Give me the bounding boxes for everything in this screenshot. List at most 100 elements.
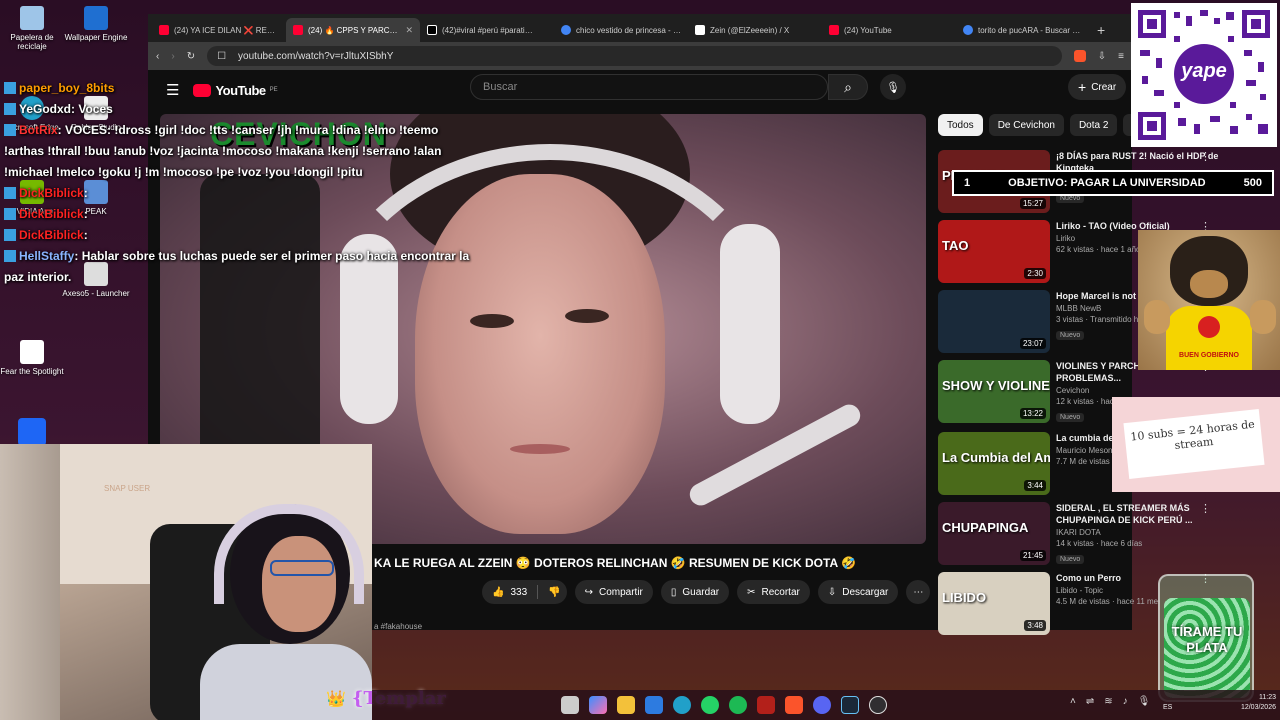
tab-0[interactable]: (24) YA ICE DILAN ❌ REY T… (152, 18, 286, 42)
chat-username[interactable]: BotRix (19, 123, 58, 137)
jar-text: TÍRAME TU PLATA (1171, 624, 1243, 655)
desktop-icon-recycle-bin[interactable]: Papelera de reciclaje (0, 6, 67, 51)
chat-badge-icon (4, 229, 16, 241)
rec-thumbnail[interactable]: TAO 2:30 (938, 220, 1050, 283)
chat-badge-icon (4, 187, 16, 199)
youtube-favicon-icon (829, 25, 839, 35)
obs-icon[interactable] (869, 696, 887, 714)
brave-icon[interactable] (785, 696, 803, 714)
reload-icon[interactable]: ↻ (187, 51, 195, 62)
thumbs-down-icon[interactable]: 👎 (548, 587, 560, 598)
rec-thumbnail[interactable]: SHOW Y VIOLINES 13:22 (938, 360, 1050, 423)
chip-dota-2[interactable]: Dota 2 (1069, 114, 1118, 136)
file-explorer-icon[interactable] (617, 696, 635, 714)
tiktok-favicon-icon (427, 25, 437, 35)
chat-text: : (83, 207, 88, 221)
chat-message: paz interior. (4, 267, 504, 288)
task-view-icon[interactable] (561, 696, 579, 714)
description-snippet[interactable]: a #fakahouse (374, 622, 422, 631)
spotify-icon[interactable] (729, 696, 747, 714)
discord-icon[interactable] (813, 696, 831, 714)
menu-icon[interactable]: ≡ (1118, 51, 1124, 62)
desktop-icon-fear-the-spotlight[interactable]: Fear the Spotlight (0, 340, 67, 376)
share-button[interactable]: ↪ Compartir (574, 580, 653, 604)
roblox-icon[interactable] (18, 418, 46, 446)
save-button[interactable]: ▯ Guardar (660, 580, 730, 604)
chat-badge-icon (4, 124, 16, 136)
like-button[interactable]: 👍 333 👎 (482, 580, 567, 604)
chat-message: !michael !melco !goku !j !m !mocoso !pe … (4, 162, 504, 183)
google-favicon-icon (963, 25, 973, 35)
edge-taskbar-icon[interactable] (673, 696, 691, 714)
rec-thumb-overlay: TAO (942, 238, 969, 253)
x-favicon-icon (695, 25, 705, 35)
chat-username[interactable]: HellStaffy (19, 249, 74, 263)
chat-message: paper_boy_8bits (4, 78, 504, 99)
rec-more-icon[interactable]: ⋮ (1200, 502, 1211, 515)
tray-chevron-icon[interactable]: ˄ (1070, 696, 1076, 707)
whatsapp-icon[interactable] (701, 696, 719, 714)
wallpaper-engine-icon (84, 6, 108, 30)
download-icon[interactable]: ⇩ (1098, 51, 1106, 62)
rec-more-icon[interactable]: ⋮ (1200, 150, 1211, 163)
more-actions-button[interactable]: ⋯ (906, 580, 931, 604)
download-button[interactable]: ⇩ Descargar (817, 580, 899, 604)
wifi-icon[interactable]: ≋ (1104, 696, 1112, 707)
network-icon[interactable]: ⇌ (1086, 696, 1094, 707)
tab-3[interactable]: chico vestido de princesa - B… (554, 18, 688, 42)
tab-5[interactable]: (24) YouTube (822, 18, 956, 42)
new-tab-button[interactable]: + (1090, 18, 1116, 42)
chat-username[interactable]: YeGodxd (19, 102, 71, 116)
thumb-right (1250, 300, 1276, 334)
new-badge: Nuevo (1056, 413, 1085, 422)
tab-2[interactable]: (42)#viral #perú #parati… (420, 18, 554, 42)
brave-shield-icon[interactable] (1073, 50, 1086, 62)
volume-icon[interactable]: ♪ (1123, 696, 1128, 707)
tab-6[interactable]: torito de pucARA - Buscar co… (956, 18, 1090, 42)
tray-lang[interactable]: ES (1163, 704, 1172, 711)
youtube-favicon-icon (159, 25, 169, 35)
desktop-icon-wallpaper-engine[interactable]: Wallpaper Engine (61, 6, 131, 42)
rec-channel[interactable]: IKARI DOTA (1056, 528, 1226, 537)
clock[interactable]: 11:23 12/03/2026 (1241, 693, 1276, 713)
chat-username[interactable]: DickBiblick (19, 228, 84, 242)
forward-icon[interactable]: › (171, 51, 174, 62)
microsoft-store-icon[interactable] (645, 696, 663, 714)
tab-1[interactable]: (24) 🔥 CPPS Y PARCHA… ✕ (286, 18, 420, 42)
yape-logo: yape (1181, 60, 1227, 82)
rec-thumbnail[interactable]: 23:07 (938, 290, 1050, 353)
chat-text: : Hablar sobre tus luchas puede ser el p… (74, 249, 470, 263)
chip-de-cevichon[interactable]: De Cevichon (988, 114, 1064, 136)
rec-thumbnail[interactable]: LIBIDO 3:48 (938, 572, 1050, 635)
search-button[interactable]: ⌕ (828, 74, 868, 100)
url-field[interactable]: ☐ youtube.com/watch?v=rJltuXISbhY (207, 46, 1062, 66)
clip-button[interactable]: ✂ Recortar (737, 580, 810, 604)
chat-username[interactable]: DickBiblick (19, 186, 84, 200)
mic-tray-icon[interactable]: 🎙 (1138, 696, 1151, 707)
tab-4[interactable]: Zein (@ElZeeeein) / X (688, 18, 822, 42)
dog-thumbs-up-sticker: BUEN GOBIERNO (1138, 230, 1280, 370)
voice-search-button[interactable]: 🎙 (880, 74, 906, 100)
chat-message: DickBiblick: (4, 183, 504, 204)
close-tab-icon[interactable]: ✕ (405, 25, 413, 36)
bookmark-icon[interactable]: ☐ (217, 51, 226, 62)
chat-text: !arthas !thrall !buu !anub !voz !jacinta… (4, 144, 442, 158)
rec-thumb-overlay: LIBIDO (942, 590, 987, 605)
chat-username[interactable]: DickBiblick (19, 207, 84, 221)
chat-message: DickBiblick: (4, 204, 504, 225)
dota-icon[interactable] (757, 696, 775, 714)
copilot-icon[interactable] (589, 696, 607, 714)
back-icon[interactable]: ‹ (156, 51, 159, 62)
new-badge: Nuevo (1056, 555, 1085, 564)
create-button[interactable]: + Crear (1068, 74, 1127, 100)
chat-text: : VOCES: !dross !girl !doc !tts !canser … (57, 123, 439, 137)
thumb-left (1144, 300, 1170, 334)
chip-todos[interactable]: Todos (938, 114, 983, 136)
rec-thumbnail[interactable]: La Cumbia del Amor 3:44 (938, 432, 1050, 495)
search-input[interactable]: Buscar (470, 74, 828, 100)
rec-item[interactable]: CHUPAPINGA 21:45 SIDERAL , EL STREAMER M… (938, 502, 1228, 568)
chat-username[interactable]: paper_boy_8bits (19, 81, 114, 95)
rec-thumbnail[interactable]: CHUPAPINGA 21:45 (938, 502, 1050, 565)
rec-channel[interactable]: Cevichon (1056, 386, 1226, 395)
steam-icon[interactable] (841, 696, 859, 714)
